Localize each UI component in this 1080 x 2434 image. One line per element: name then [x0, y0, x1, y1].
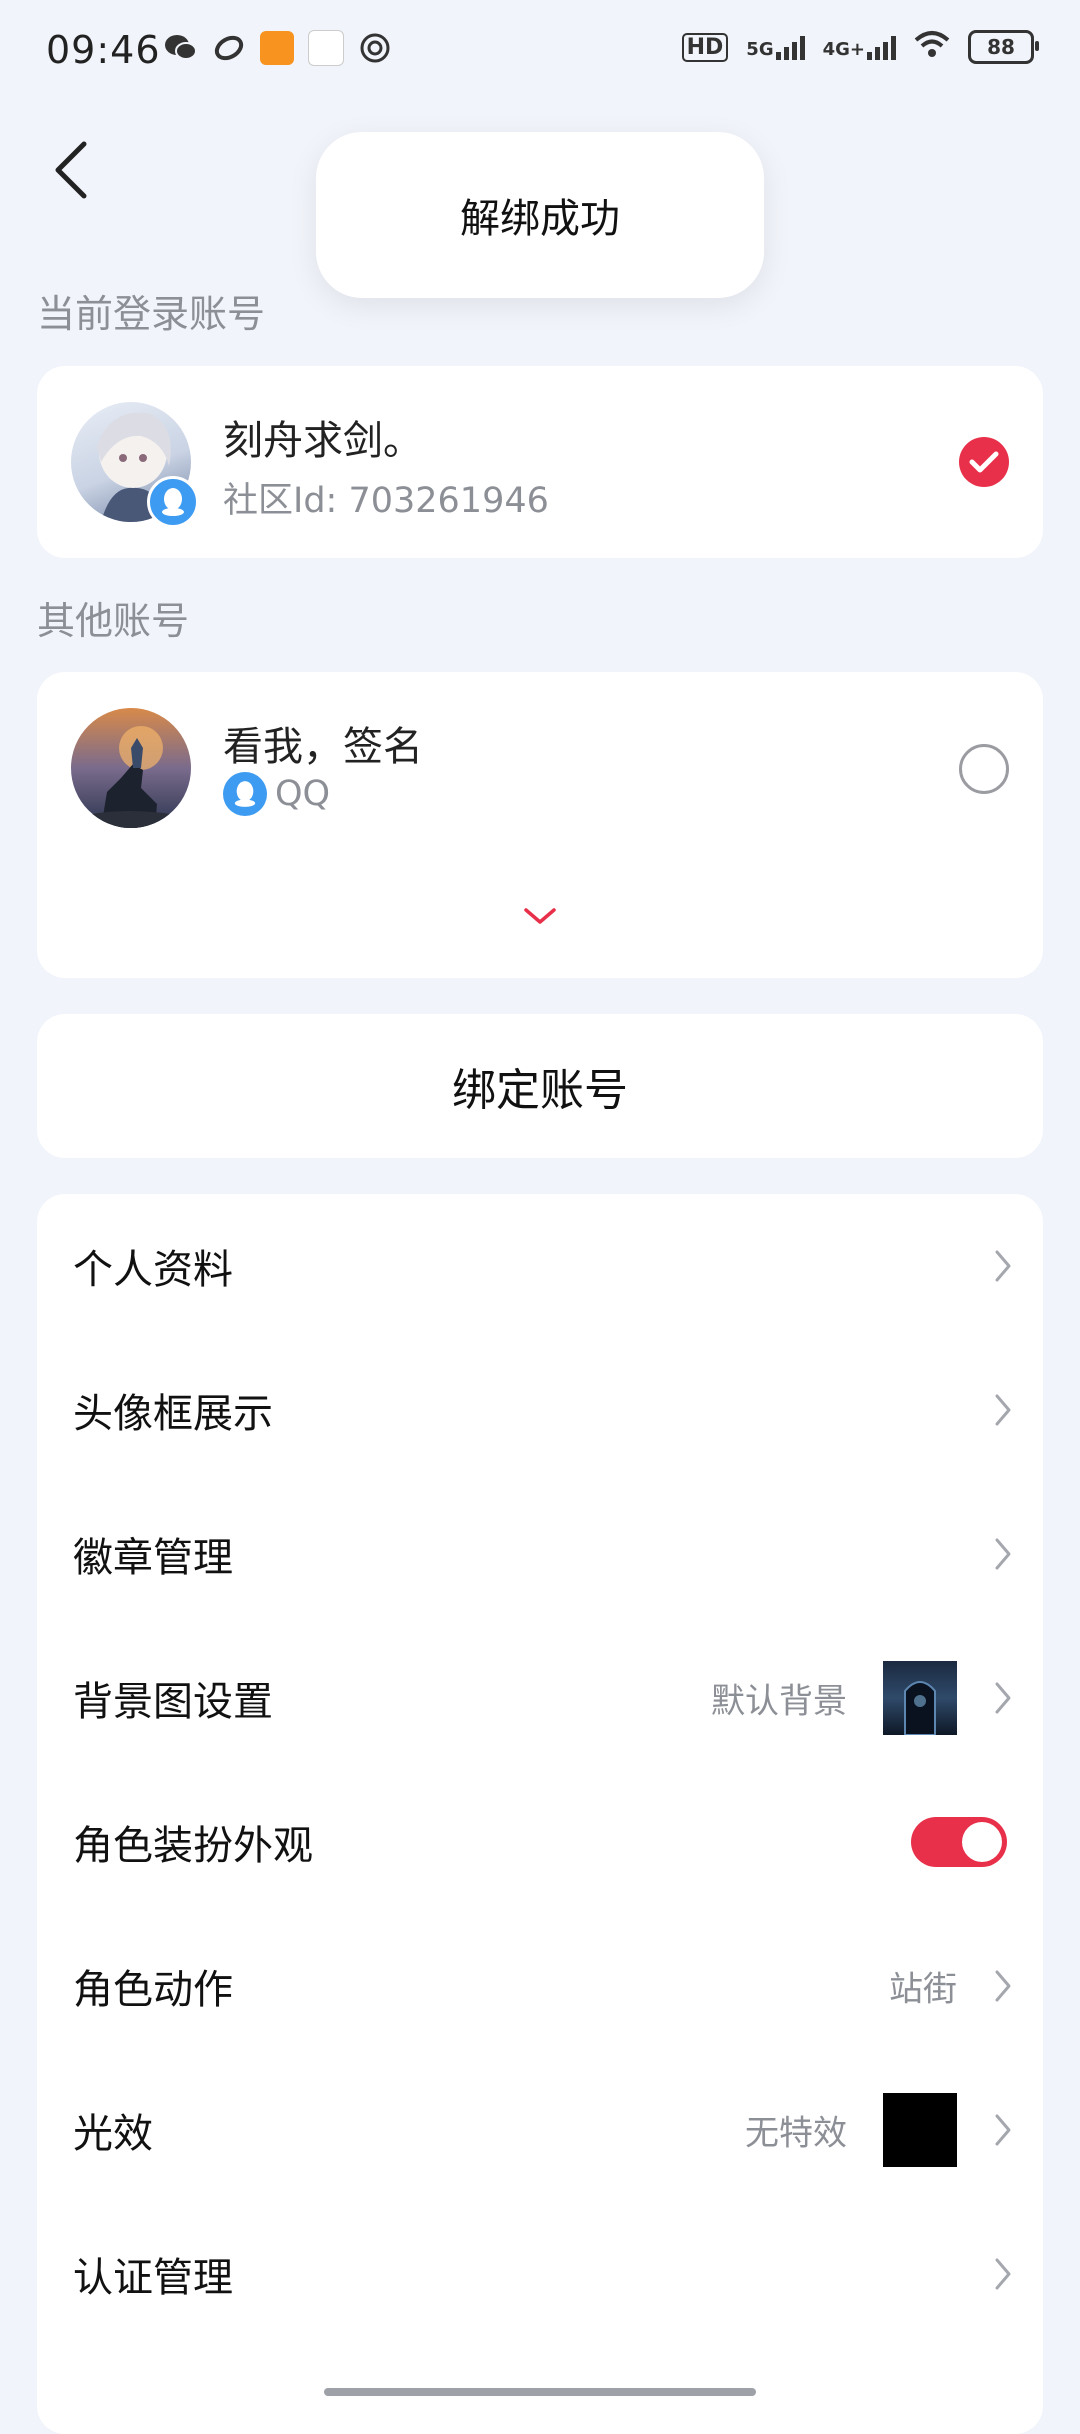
menu-item-value: 默认背景: [711, 1681, 847, 1722]
signal-5g: 5G: [746, 34, 805, 60]
menu-item-label: 个人资料: [73, 1247, 233, 1293]
settings-menu: 个人资料 头像框展示 徽章管理 背景图设置 默认背景 角色装扮外观 角色动作 站…: [37, 1194, 1043, 2434]
wifi-icon: [914, 30, 950, 64]
outfit-appearance-toggle[interactable]: [911, 1817, 1007, 1867]
account-source-label: QQ: [275, 774, 331, 814]
toggle-knob: [962, 1822, 1002, 1862]
current-account-label: 当前登录账号: [37, 292, 266, 336]
shopping-app-icon: [260, 31, 294, 65]
menu-item-label: 光效: [73, 2111, 153, 2157]
status-notification-icons: [164, 30, 392, 66]
background-thumbnail: [883, 1661, 957, 1736]
selected-check-icon[interactable]: [959, 437, 1009, 487]
expand-chevron-icon[interactable]: [520, 904, 560, 928]
avatar: [71, 708, 191, 828]
chevron-right-icon: [995, 1682, 1011, 1714]
qq-icon: [223, 772, 267, 816]
chevron-right-icon: [995, 1394, 1011, 1426]
menu-item-label: 角色装扮外观: [73, 1823, 313, 1869]
chevron-right-icon: [995, 2258, 1011, 2290]
menu-item-label: 徽章管理: [73, 1535, 233, 1581]
china-mobile-icon: [358, 31, 392, 65]
menu-item-label: 背景图设置: [73, 1679, 273, 1725]
menu-item-value: 无特效: [745, 2113, 847, 2154]
toast-text: 解绑成功: [460, 196, 620, 242]
chevron-left-icon: [55, 141, 87, 199]
sync-app-icon: [212, 31, 246, 65]
account-radio[interactable]: [959, 744, 1009, 794]
other-accounts-label: 其他账号: [37, 599, 190, 643]
toast-message: 解绑成功: [316, 132, 764, 298]
account-item[interactable]: 看我，签名 QQ: [37, 672, 1043, 862]
account-name: 刻舟求剑。: [223, 418, 423, 464]
battery-icon: 88: [968, 30, 1039, 64]
status-bar: 09:46 HD 5G 4G+ 88: [0, 0, 1080, 104]
back-button[interactable]: [48, 138, 96, 202]
signal-4g: 4G+: [823, 34, 896, 60]
light-effect-thumbnail: [883, 2093, 957, 2167]
chevron-right-icon: [995, 1250, 1011, 1282]
status-time: 09:46: [46, 28, 161, 72]
menu-item-character-action[interactable]: 角色动作 站街: [37, 1914, 1043, 2058]
wechat-icon: [164, 31, 198, 65]
menu-item-light-effect[interactable]: 光效 无特效: [37, 2058, 1043, 2202]
qq-icon: [147, 476, 199, 528]
menu-item-profile[interactable]: 个人资料: [37, 1194, 1043, 1338]
hd-indicator: HD: [681, 32, 729, 62]
chevron-right-icon: [995, 1538, 1011, 1570]
menu-item-avatar-frame[interactable]: 头像框展示: [37, 1338, 1043, 1482]
chevron-right-icon: [995, 2114, 1011, 2146]
home-indicator[interactable]: [324, 2388, 756, 2396]
menu-item-value: 站街: [889, 1969, 957, 2010]
account-source: QQ: [223, 772, 330, 816]
bind-account-label: 绑定账号: [452, 1065, 628, 1116]
chevron-right-icon: [995, 1970, 1011, 2002]
signal-bars-icon: [867, 34, 896, 60]
menu-item-label: 角色动作: [73, 1967, 233, 2013]
other-accounts-card: 看我，签名 QQ: [37, 672, 1043, 978]
menu-item-label: 头像框展示: [73, 1391, 273, 1437]
news-app-icon: [308, 30, 344, 66]
current-account-card[interactable]: 刻舟求剑。 社区Id: 703261946: [37, 366, 1043, 558]
menu-item-background[interactable]: 背景图设置 默认背景: [37, 1626, 1043, 1770]
menu-item-verification[interactable]: 认证管理: [37, 2202, 1043, 2346]
status-system-icons: HD 5G 4G+ 88: [681, 30, 1039, 64]
menu-item-outfit-appearance: 角色装扮外观: [37, 1770, 1043, 1914]
menu-item-label: 认证管理: [73, 2255, 233, 2301]
menu-item-badges[interactable]: 徽章管理: [37, 1482, 1043, 1626]
account-name: 看我，签名: [223, 724, 423, 770]
bind-account-button[interactable]: 绑定账号: [37, 1014, 1043, 1158]
signal-bars-icon: [775, 34, 805, 60]
community-id: 社区Id: 703261946: [223, 481, 549, 521]
